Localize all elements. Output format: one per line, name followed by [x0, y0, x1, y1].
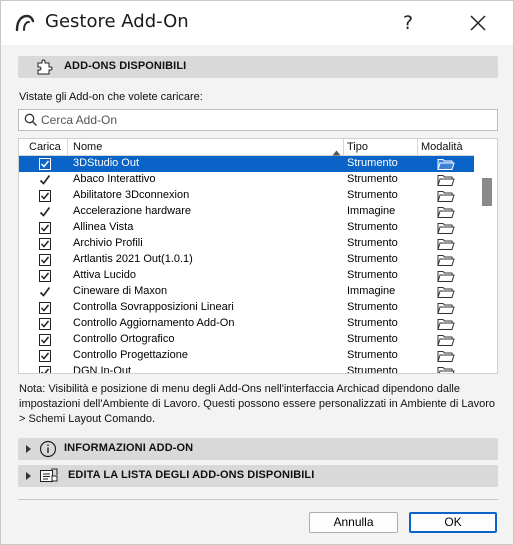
addon-type: Strumento [347, 173, 398, 185]
addon-name: Controlla Sovrapposizioni Lineari [73, 301, 234, 313]
table-row[interactable]: Accelerazione hardware Immagine [19, 204, 474, 220]
table-row[interactable]: Controllo Ortografico Strumento [19, 332, 474, 348]
addon-type: Strumento [347, 157, 398, 169]
table-row[interactable]: Abilitatore 3Dconnexion Strumento [19, 188, 474, 204]
checkmark-icon[interactable] [39, 206, 51, 218]
search-box [18, 109, 498, 131]
expand-triangle-icon [26, 445, 31, 453]
addon-type: Strumento [347, 365, 398, 374]
addon-type: Strumento [347, 333, 398, 345]
addon-name: Archivio Profili [73, 237, 143, 249]
addons-table: Carica Nome Tipo Modalità 3DStudio Out St… [18, 138, 498, 374]
table-row[interactable]: Controlla Sovrapposizioni Lineari Strumen… [19, 300, 474, 316]
window-title: Gestore Add-On [45, 11, 189, 32]
load-checkbox[interactable] [39, 270, 51, 282]
addon-name: Artlantis 2021 Out(1.0.1) [73, 253, 193, 265]
column-header-type[interactable]: Tipo [347, 141, 368, 153]
addon-type: Strumento [347, 301, 398, 313]
addon-name: Controllo Aggiornamento Add-On [73, 317, 235, 329]
table-row[interactable]: Archivio Profili Strumento [19, 236, 474, 252]
addon-type: Strumento [347, 189, 398, 201]
search-icon [24, 113, 38, 130]
addon-type: Strumento [347, 253, 398, 265]
addon-type: Immagine [347, 205, 396, 217]
instructions-label: Vistate gli Add-on che volete caricare: [19, 91, 203, 103]
column-separator[interactable] [67, 139, 68, 156]
note-text: Nota: Visibilità e posizione di menu deg… [19, 383, 495, 425]
addon-name: Accelerazione hardware [73, 205, 192, 217]
table-body: 3DStudio Out Strumento Abaco Interattivo St… [19, 156, 474, 374]
addon-name: Controllo Ortografico [73, 333, 175, 345]
load-checkbox[interactable] [39, 254, 51, 266]
addon-name: Abaco Interattivo [73, 173, 156, 185]
available-addons-header: ADD-ONS DISPONIBILI [18, 56, 498, 78]
table-row[interactable]: Controllo Progettazione Strumento [19, 348, 474, 364]
table-header: Carica Nome Tipo Modalità [19, 139, 474, 156]
load-checkbox[interactable] [39, 334, 51, 346]
folder-icon[interactable] [437, 365, 455, 373]
table-row[interactable]: Cineware di Maxon Immagine [19, 284, 474, 300]
scrollbar-thumb[interactable] [482, 178, 492, 206]
addon-name: DGN In-Out [73, 365, 132, 374]
puzzle-icon [36, 58, 54, 79]
section-title-edit-list: EDITA LA LISTA DEGLI ADD-ONS DISPONIBILI [68, 469, 315, 481]
addon-type: Strumento [347, 317, 398, 329]
table-row[interactable]: DGN In-Out Strumento [19, 364, 474, 374]
footer-divider [18, 499, 498, 500]
addon-name: Controllo Progettazione [73, 349, 188, 361]
edit-list-section-header[interactable]: EDITA LA LISTA DEGLI ADD-ONS DISPONIBILI [18, 465, 498, 487]
load-checkbox[interactable] [39, 318, 51, 330]
info-section-header[interactable]: INFORMAZIONI ADD-ON [18, 438, 498, 460]
load-checkbox[interactable] [39, 158, 51, 170]
title-bar: Gestore Add-On ? [1, 1, 513, 45]
table-row[interactable]: Artlantis 2021 Out(1.0.1) Strumento [19, 252, 474, 268]
close-icon [470, 15, 486, 31]
column-header-name[interactable]: Nome [73, 141, 102, 153]
addon-type: Strumento [347, 221, 398, 233]
section-title-info: INFORMAZIONI ADD-ON [64, 442, 194, 454]
table-row[interactable]: 3DStudio Out Strumento [19, 156, 474, 172]
column-separator[interactable] [417, 139, 418, 156]
table-row[interactable]: Attiva Lucido Strumento [19, 268, 474, 284]
table-row[interactable]: Abaco Interattivo Strumento [19, 172, 474, 188]
edit-list-icon [39, 467, 59, 488]
checkmark-icon[interactable] [39, 174, 51, 186]
load-checkbox[interactable] [39, 222, 51, 234]
cancel-button[interactable]: Annulla [309, 512, 398, 533]
table-row[interactable]: Controllo Aggiornamento Add-On Strumento [19, 316, 474, 332]
load-checkbox[interactable] [39, 350, 51, 362]
ok-button[interactable]: OK [409, 512, 497, 533]
info-icon [39, 440, 57, 461]
addon-name: Abilitatore 3Dconnexion [73, 189, 190, 201]
addon-name: Attiva Lucido [73, 269, 136, 281]
column-separator[interactable] [343, 139, 344, 156]
addon-name: Cineware di Maxon [73, 285, 168, 297]
addon-type: Strumento [347, 237, 398, 249]
close-button[interactable] [455, 5, 501, 41]
column-header-mode[interactable]: Modalità [421, 141, 463, 153]
column-header-load[interactable]: Carica [29, 141, 61, 153]
load-checkbox[interactable] [39, 366, 51, 373]
add-on-manager-dialog: Gestore Add-On ? ADD-ONS DISPONIBILI Vis… [0, 0, 514, 545]
vertical-scrollbar[interactable] [480, 139, 497, 373]
table-row[interactable]: Allinea Vista Strumento [19, 220, 474, 236]
addon-name: Allinea Vista [73, 221, 134, 233]
checkmark-icon[interactable] [39, 286, 51, 298]
addon-name: 3DStudio Out [73, 157, 140, 169]
help-button[interactable]: ? [385, 5, 431, 41]
section-title-available: ADD-ONS DISPONIBILI [64, 60, 187, 72]
archicad-logo-icon [15, 13, 35, 33]
search-input[interactable] [41, 112, 481, 128]
expand-triangle-icon [26, 472, 31, 480]
addon-type: Immagine [347, 285, 396, 297]
load-checkbox[interactable] [39, 190, 51, 202]
addon-type: Strumento [347, 269, 398, 281]
load-checkbox[interactable] [39, 238, 51, 250]
addon-type: Strumento [347, 349, 398, 361]
load-checkbox[interactable] [39, 302, 51, 314]
